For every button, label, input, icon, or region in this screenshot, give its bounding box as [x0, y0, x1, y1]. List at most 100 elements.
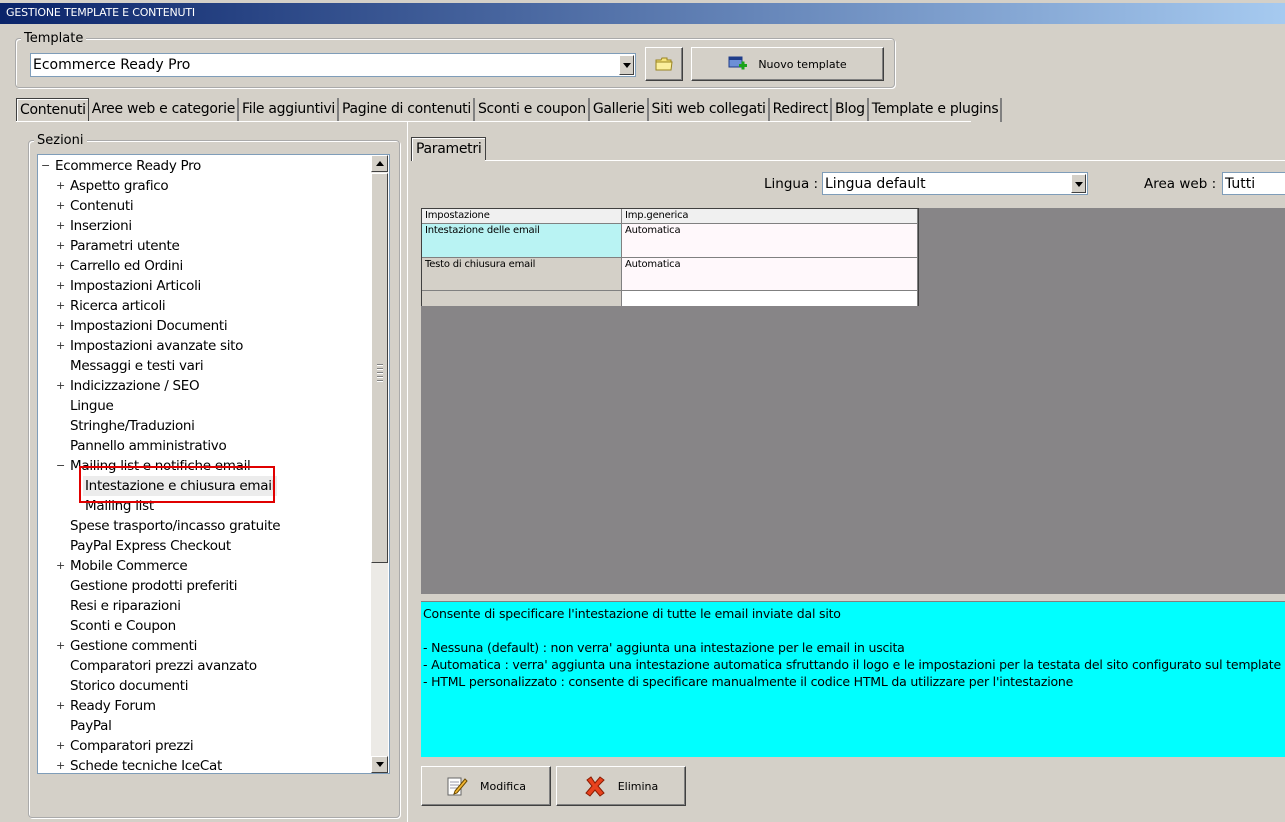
description-line: Consente di specificare l'intestazione d… [423, 606, 841, 621]
chevron-down-icon[interactable] [1071, 174, 1086, 193]
tree-item[interactable]: Spese trasporto/incasso gratuite [70, 516, 281, 536]
grid-cell-value[interactable]: Automatica [622, 258, 918, 291]
tree-expander-icon[interactable]: + [56, 696, 65, 716]
tree-expander-icon[interactable]: + [56, 196, 65, 216]
grid-cell-setting[interactable] [422, 291, 622, 306]
area-web-select[interactable]: Tutti [1222, 172, 1285, 195]
lingua-label: Lingua : [764, 176, 819, 192]
tree-item[interactable]: Carrello ed Ordini [70, 256, 183, 276]
sections-tree[interactable]: − Ecommerce Ready Pro + Aspetto grafico + Con… [37, 154, 390, 774]
description-line: - Automatica : verra' aggiunta una intes… [423, 657, 1281, 672]
tree-item[interactable]: Resi e riparazioni [70, 596, 181, 616]
grid-cell-setting[interactable]: Testo di chiusura email [422, 258, 622, 291]
tree-item[interactable]: Pannello amministrativo [70, 436, 227, 456]
tree-expander-icon[interactable]: + [56, 256, 65, 276]
tab-pagine-contenuti[interactable]: Pagine di contenuti [339, 98, 475, 122]
tabs-baseline [16, 121, 971, 122]
tree-item[interactable]: Impostazioni avanzate sito [70, 336, 243, 356]
tree-expander-icon[interactable]: + [56, 276, 65, 296]
scroll-thumb[interactable] [371, 173, 388, 563]
template-select[interactable]: Ecommerce Ready Pro [30, 53, 636, 77]
window-titlebar: GESTIONE TEMPLATE E CONTENUTI [0, 0, 1285, 24]
tree-item[interactable]: Impostazioni Documenti [70, 316, 228, 336]
tree-item[interactable]: Stringhe/Traduzioni [70, 416, 195, 436]
tree-item[interactable]: Sconti e Coupon [70, 616, 176, 636]
delete-button[interactable]: Elimina [556, 766, 686, 806]
template-select-value: Ecommerce Ready Pro [33, 57, 191, 73]
tab-sconti-coupon[interactable]: Sconti e coupon [475, 98, 590, 122]
folder-icon [655, 57, 673, 71]
tree-item[interactable]: Contenuti [70, 196, 134, 216]
tree-expander-icon[interactable]: + [56, 296, 65, 316]
scroll-up-button[interactable] [371, 155, 388, 172]
settings-grid[interactable]: Impostazione Imp.generica Intestazione d… [421, 208, 919, 306]
tree-item[interactable]: Parametri utente [70, 236, 180, 256]
new-template-label: Nuovo template [758, 57, 847, 71]
tree-item[interactable]: Mobile Commerce [70, 556, 188, 576]
description-line: - HTML personalizzato : consente di spec… [423, 674, 1074, 689]
grid-header: Imp.generica [622, 209, 918, 224]
tree-expander-icon[interactable]: + [56, 216, 65, 236]
tab-contenuti[interactable]: Contenuti [16, 98, 89, 122]
tree-item[interactable]: Gestione commenti [70, 636, 197, 656]
tree-expander-icon[interactable]: + [56, 556, 65, 576]
tree-expander-icon[interactable]: + [56, 736, 65, 756]
lingua-select[interactable]: Lingua default [822, 172, 1088, 195]
tree-item[interactable]: Impostazioni Articoli [70, 276, 201, 296]
tab-siti-collegati[interactable]: Siti web collegati [649, 98, 770, 122]
tree-expander-icon[interactable]: − [41, 156, 50, 176]
main-tabs: Contenuti Aree web e categorie File aggiun… [16, 98, 1003, 122]
tree-item[interactable]: Lingue [70, 396, 114, 416]
tree-item[interactable]: Comparatori prezzi avanzato [70, 656, 257, 676]
tree-item[interactable]: PayPal [70, 716, 112, 736]
tree-expander-icon[interactable]: + [56, 316, 65, 336]
add-window-icon [728, 56, 748, 70]
tree-expander-icon[interactable]: − [56, 456, 65, 476]
edit-button[interactable]: Modifica [421, 766, 551, 806]
tab-gallerie[interactable]: Gallerie [590, 98, 649, 122]
tree-expander-icon[interactable]: + [56, 756, 65, 773]
tree-scrollbar[interactable] [371, 155, 388, 773]
tree-expander-icon[interactable]: + [56, 376, 65, 396]
tree-item[interactable]: Ecommerce Ready Pro [55, 156, 201, 176]
tab-blog[interactable]: Blog [832, 98, 869, 122]
grid-cell-value[interactable]: Automatica [622, 224, 918, 258]
sections-group-legend: Sezioni [34, 133, 87, 148]
description-line: - Nessuna (default) : non verra' aggiunt… [423, 640, 905, 655]
tree-item[interactable]: Ready Forum [70, 696, 156, 716]
tab-file-aggiuntivi[interactable]: File aggiuntivi [239, 98, 339, 122]
tree-expander-icon[interactable]: + [56, 636, 65, 656]
new-template-button[interactable]: Nuovo template [691, 47, 884, 81]
grid-cell-setting[interactable]: Intestazione delle email [422, 224, 622, 258]
tree-item[interactable]: Gestione prodotti preferiti [70, 576, 238, 596]
tree-item[interactable]: Indicizzazione / SEO [70, 376, 200, 396]
description-line [423, 622, 1283, 639]
tree-item[interactable]: Ricerca articoli [70, 296, 166, 316]
delete-x-icon [584, 776, 605, 797]
tree-item[interactable]: Storico documenti [70, 676, 188, 696]
tree-item[interactable]: Messaggi e testi vari [70, 356, 204, 376]
tab-template-plugins[interactable]: Template e plugins [869, 98, 1003, 122]
window-title: GESTIONE TEMPLATE E CONTENUTI [6, 6, 195, 19]
edit-icon [447, 777, 468, 796]
tree-item[interactable]: Inserzioni [70, 216, 132, 236]
grid-header: Impostazione [422, 209, 622, 224]
tab-parametri[interactable]: Parametri [411, 137, 487, 161]
tab-redirect[interactable]: Redirect [770, 98, 832, 122]
chevron-down-icon[interactable] [619, 55, 634, 75]
tree-expander-icon[interactable]: + [56, 336, 65, 356]
tab-aree-web[interactable]: Aree web e categorie [89, 98, 240, 122]
tree-expander-icon[interactable]: + [56, 236, 65, 256]
area-web-select-value: Tutti [1225, 176, 1256, 192]
tree-item[interactable]: Comparatori prezzi [70, 736, 194, 756]
tree-expander-icon[interactable]: + [56, 176, 65, 196]
lingua-select-value: Lingua default [825, 176, 926, 192]
open-folder-button[interactable] [645, 47, 683, 81]
scroll-down-button[interactable] [371, 756, 388, 773]
grid-cell-value[interactable] [622, 291, 918, 306]
tree-item[interactable]: Aspetto grafico [70, 176, 169, 196]
tree-item[interactable]: Schede tecniche IceCat [70, 756, 222, 773]
delete-label: Elimina [617, 779, 659, 793]
tree-item[interactable]: PayPal Express Checkout [70, 536, 231, 556]
edit-label: Modifica [480, 779, 526, 793]
